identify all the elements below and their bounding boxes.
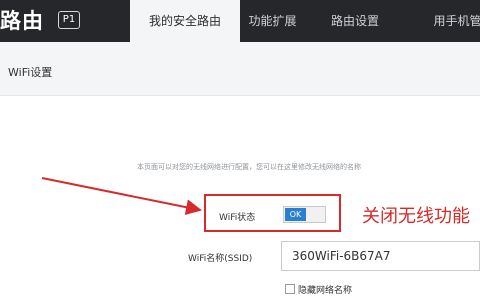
ssid-input[interactable] <box>281 241 480 271</box>
hide-network-label: 隐藏网络名称 <box>298 286 353 296</box>
ssid-label: WiFi名称(SSID) <box>188 254 253 264</box>
hide-network-checkbox[interactable] <box>285 284 295 294</box>
